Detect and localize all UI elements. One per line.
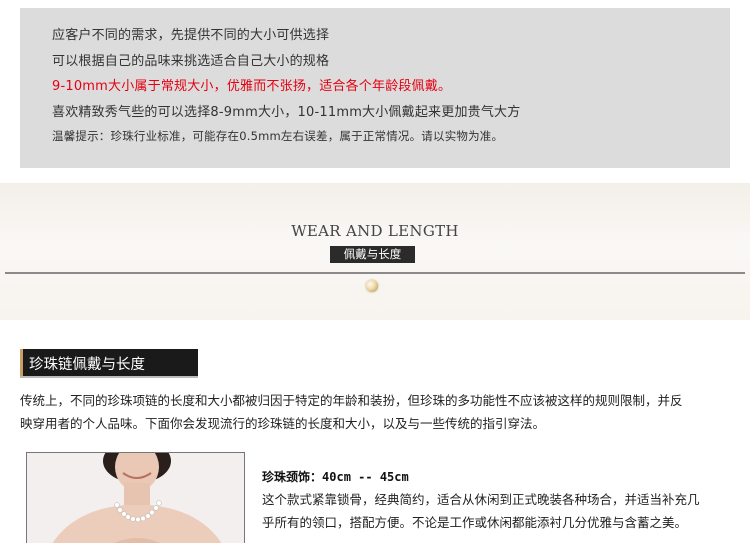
banner-subtitle: 佩戴与长度 (330, 246, 415, 263)
banner-divider (5, 272, 745, 274)
section-heading: 珍珠链佩戴与长度 (20, 349, 198, 376)
section-heading-underline (20, 376, 198, 378)
item-desc-line-1: 这个款式紧靠锁骨，经典简约，适合从休闲到正式晚装各种场合，并适当补充几 (262, 492, 700, 507)
intro-paragraph-line-2: 映穿用者的个人品味。下面你会发现流行的珍珠链的长度和大小，以及与一些传统的指引穿… (20, 416, 546, 431)
info-line-4: 喜欢精致秀气些的可以选择8-9mm大小，10-11mm大小佩戴起来更加贵气大方 (52, 105, 521, 120)
item-length: 40cm -- 45cm (322, 470, 409, 484)
size-info-panel: 应客户不同的需求，先提供不同的大小可供选择 可以根据自己的品味来挑选适合自己大小… (20, 8, 730, 168)
info-line-3: 9-10mm大小属于常规大小，优雅而不张扬，适合各个年龄段佩戴。 (52, 79, 452, 94)
model-illustration (27, 453, 244, 543)
info-line-2: 可以根据自己的品味来挑选适合自己大小的规格 (52, 54, 330, 69)
necklace-model-photo (26, 452, 245, 543)
pearl-icon (366, 280, 378, 292)
intro-paragraph-line-1: 传统上，不同的珍珠项链的长度和大小都被归因于特定的年龄和装扮，但珍珠的多功能性不… (20, 393, 683, 408)
item-desc-line-2: 乎所有的领口，搭配方便。不论是工作或休闲都能添衬几分优雅与含蓄之美。 (262, 515, 688, 530)
item-name: 珍珠颈饰： (262, 470, 323, 484)
banner-title: WEAR AND LENGTH (291, 222, 459, 240)
info-tip: 温馨提示：珍珠行业标准，可能存在0.5mm左右误差，属于正常情况。请以实物为准。 (52, 129, 504, 143)
item-title: 珍珠颈饰：40cm -- 45cm (262, 468, 409, 485)
info-line-1: 应客户不同的需求，先提供不同的大小可供选择 (52, 28, 330, 43)
section-heading-text: 珍珠链佩戴与长度 (29, 357, 145, 373)
